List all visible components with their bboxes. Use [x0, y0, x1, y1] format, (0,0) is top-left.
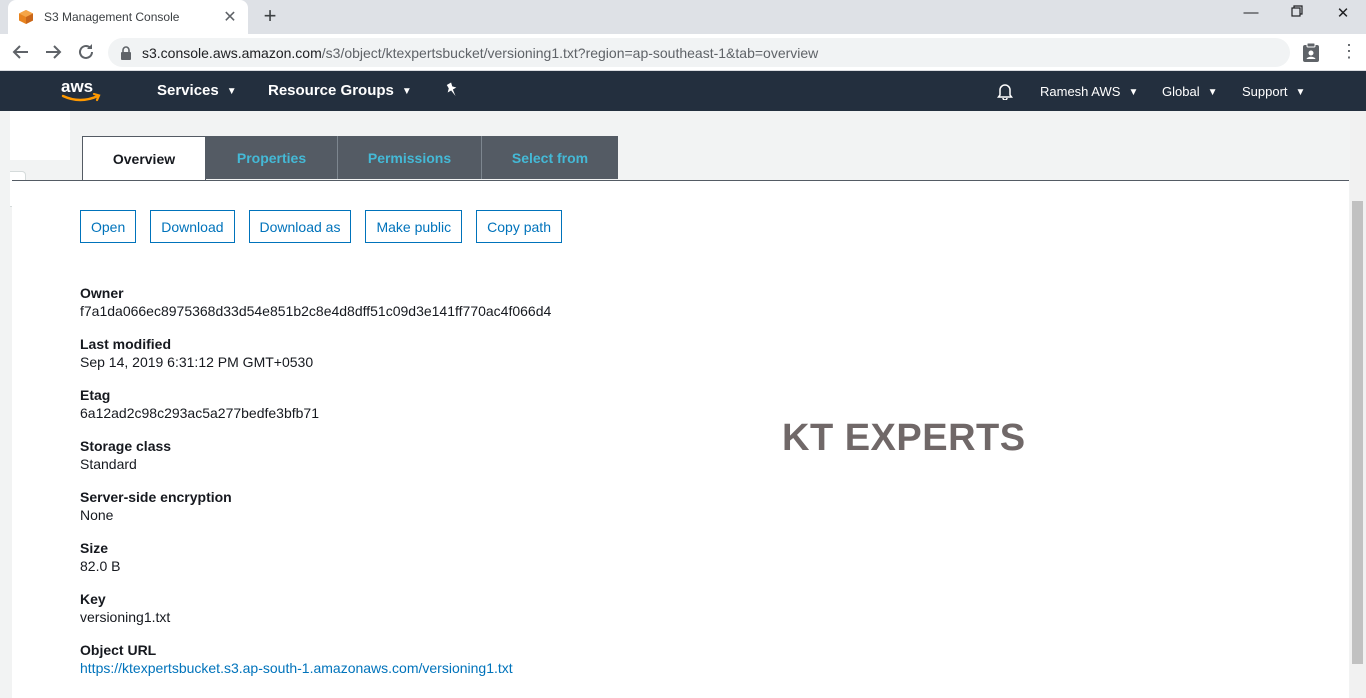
aws-nav-bar: aws Services ▼ Resource Groups ▼ Ramesh AW… — [0, 71, 1366, 111]
etag-label: Etag — [80, 387, 111, 403]
storage-class-field: Storage class Standard — [80, 437, 551, 488]
key-label: Key — [80, 591, 106, 607]
bell-icon[interactable] — [996, 82, 1014, 100]
aws-s3-favicon-icon — [19, 10, 33, 24]
aws-logo[interactable]: aws — [60, 77, 104, 105]
object-url-link[interactable]: https://ktexpertsbucket.s3.ap-south-1.am… — [80, 659, 551, 677]
close-tab-icon[interactable]: ✕ — [222, 7, 238, 27]
storage-class-label: Storage class — [80, 438, 172, 454]
browser-menu-icon[interactable]: ⋮ — [1340, 42, 1358, 60]
account-menu-label: Ramesh AWS — [1040, 84, 1121, 99]
owner-value: f7a1da066ec8975368d33d54e851b2c8e4d8dff5… — [80, 303, 552, 319]
scrollbar-thumb[interactable] — [1352, 201, 1363, 664]
last-modified-label: Last modified — [80, 336, 172, 352]
services-menu[interactable]: Services ▼ — [157, 82, 237, 99]
watermark-text: KT EXPERTS — [782, 417, 1026, 459]
chevron-down-icon: ▼ — [1128, 87, 1139, 99]
download-as-button[interactable]: Download as — [248, 210, 352, 243]
support-menu[interactable]: Support ▼ — [1242, 84, 1305, 99]
resource-groups-label: Resource Groups — [268, 82, 394, 99]
clipboard-extension-icon[interactable] — [1302, 42, 1320, 62]
copy-path-button[interactable]: Copy path — [476, 210, 562, 243]
chevron-down-icon: ▼ — [1207, 87, 1218, 99]
tab-select-from-label: Select from — [511, 149, 589, 166]
size-label: Size — [80, 540, 109, 556]
object-url-field: Object URL https://ktexpertsbucket.s3.ap… — [80, 641, 551, 692]
key-value: versioning1.txt — [80, 609, 171, 625]
download-button[interactable]: Download — [150, 210, 235, 243]
account-menu[interactable]: Ramesh AWS ▼ — [1040, 84, 1138, 99]
lock-icon — [121, 45, 131, 60]
last-modified-value: Sep 14, 2019 6:31:12 PM GMT+0530 — [80, 354, 314, 370]
owner-field: Owner f7a1da066ec8975368d33d54e851b2c8e4… — [80, 284, 551, 335]
resource-groups-menu[interactable]: Resource Groups ▼ — [268, 82, 412, 99]
owner-label: Owner — [80, 285, 124, 301]
chevron-down-icon: ▼ — [226, 85, 237, 97]
chevron-down-icon: ▼ — [1295, 87, 1306, 99]
browser-tab[interactable]: S3 Management Console ✕ — [8, 0, 248, 34]
tab-permissions[interactable]: Permissions — [338, 136, 482, 179]
chevron-down-icon: ▼ — [401, 85, 412, 97]
tab-overview[interactable]: Overview — [82, 136, 206, 181]
support-menu-label: Support — [1242, 84, 1288, 99]
object-details: Owner f7a1da066ec8975368d33d54e851b2c8e4… — [80, 284, 551, 692]
tab-properties[interactable]: Properties — [206, 136, 338, 179]
open-button[interactable]: Open — [80, 210, 137, 243]
storage-class-value: Standard — [80, 456, 137, 472]
services-menu-label: Services — [157, 82, 219, 99]
make-public-button[interactable]: Make public — [365, 210, 463, 243]
tab-overview-label: Overview — [112, 151, 176, 167]
address-bar[interactable]: s3.console.aws.amazon.com/s3/object/ktex… — [108, 38, 1290, 67]
etag-value: 6a12ad2c98c293ac5a277bedfe3bfb71 — [80, 405, 320, 421]
url-path: /s3/object/ktexpertsbucket/versioning1.t… — [321, 44, 819, 61]
sidebar-panel — [10, 111, 70, 160]
reload-icon[interactable] — [75, 41, 97, 63]
last-modified-field: Last modified Sep 14, 2019 6:31:12 PM GM… — [80, 335, 551, 386]
object-actions: Open Download Download as Make public Co… — [80, 210, 562, 243]
encryption-label: Server-side encryption — [80, 489, 232, 505]
pin-icon[interactable] — [444, 82, 460, 98]
close-window-icon[interactable]: ✕ — [1320, 4, 1366, 26]
region-menu[interactable]: Global ▼ — [1162, 84, 1217, 99]
tab-properties-label: Properties — [236, 149, 307, 166]
tab-select-from[interactable]: Select from — [482, 136, 618, 179]
url-host: s3.console.aws.amazon.com — [142, 44, 322, 61]
new-tab-icon[interactable]: + — [258, 5, 282, 29]
encryption-field: Server-side encryption None — [80, 488, 551, 539]
back-arrow-icon[interactable] — [10, 41, 32, 63]
etag-field: Etag 6a12ad2c98c293ac5a277bedfe3bfb71 — [80, 386, 551, 437]
browser-tab-strip: S3 Management Console ✕ + — ✕ — [0, 0, 1366, 34]
object-url-label: Object URL — [80, 642, 157, 658]
key-field: Key versioning1.txt — [80, 590, 551, 641]
aws-logo-text: aws — [61, 77, 93, 96]
page-body: Overview Properties Permissions Select f… — [0, 111, 1366, 698]
forward-arrow-icon[interactable] — [42, 41, 64, 63]
browser-toolbar: s3.console.aws.amazon.com/s3/object/ktex… — [0, 34, 1366, 71]
size-value: 82.0 B — [80, 558, 121, 574]
browser-tab-title: S3 Management Console — [44, 10, 180, 24]
size-field: Size 82.0 B — [80, 539, 551, 590]
tab-permissions-label: Permissions — [367, 149, 452, 166]
minimize-icon[interactable]: — — [1228, 4, 1274, 26]
restore-icon[interactable] — [1274, 4, 1320, 26]
encryption-value: None — [80, 507, 114, 523]
region-menu-label: Global — [1162, 84, 1200, 99]
